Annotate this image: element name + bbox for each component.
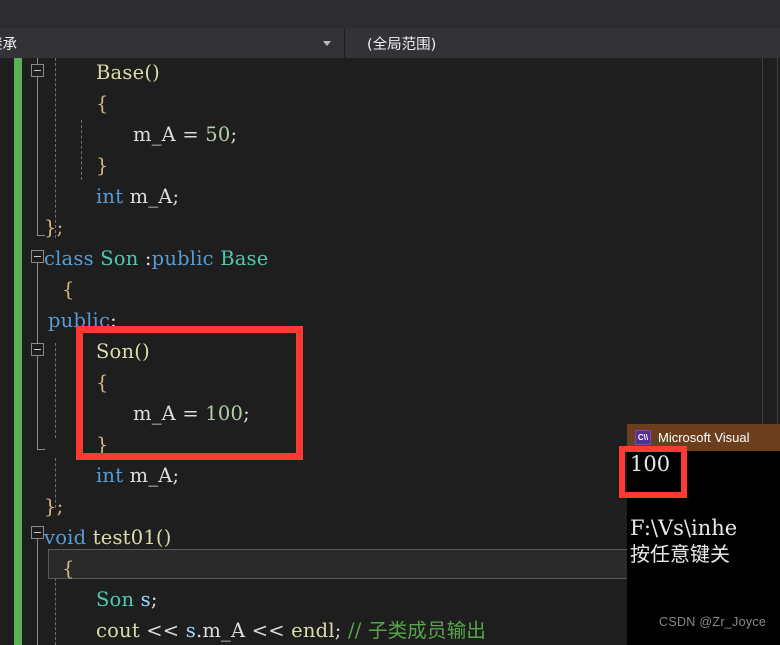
code-line-text: { (62, 554, 75, 585)
scope-member-label: (全局范围) (367, 36, 437, 53)
code-token: { (62, 557, 75, 580)
code-token: m_A; (123, 464, 180, 487)
code-line[interactable]: { (0, 89, 780, 120)
code-line-text: { (96, 89, 109, 120)
code-token: }; (44, 495, 64, 518)
code-token: endl (291, 619, 335, 642)
code-line-text: int m_A; (96, 461, 179, 492)
code-token: Base (220, 247, 269, 270)
code-token: { (62, 278, 75, 301)
code-line-text: int m_A; (96, 182, 179, 213)
son-constructor-highlight-box (76, 326, 303, 460)
code-token: int (96, 464, 124, 487)
code-token: m_A (202, 619, 246, 642)
code-line[interactable]: int m_A; (0, 182, 780, 213)
chevron-down-icon[interactable] (316, 40, 338, 46)
code-line[interactable]: } (0, 151, 780, 182)
scope-member-dropdown[interactable]: (全局范围) (345, 28, 780, 58)
code-token: class (44, 247, 94, 270)
code-token: { (96, 92, 109, 115)
visual-studio-console-icon: C\\ (635, 430, 651, 445)
console-path-line: F:\Vs\inhe (630, 516, 738, 540)
code-token: // 子类成员输出 (347, 619, 487, 642)
code-line-text: void test01() (44, 523, 172, 554)
code-token: << (245, 619, 292, 642)
console-prompt-line: 按任意键关 (630, 542, 730, 566)
code-token: : (138, 247, 152, 270)
code-line-text: class Son :public Base (44, 244, 269, 275)
code-token: = (175, 123, 206, 146)
code-line-text: }; (44, 213, 63, 244)
code-token: Son (100, 247, 139, 270)
code-token: public (151, 247, 214, 270)
code-token: m_A (133, 123, 176, 146)
code-line-text: } (96, 151, 109, 182)
code-line-text: }; (44, 492, 63, 523)
console-output-highlight-box (619, 446, 687, 498)
code-token: void (44, 526, 87, 549)
code-line[interactable]: Base() (0, 58, 780, 89)
code-token: } (96, 154, 109, 177)
code-token: cout (96, 619, 140, 642)
console-title-label: Microsoft Visual (658, 430, 750, 445)
code-token: test01 (92, 526, 156, 549)
code-token: int (96, 185, 124, 208)
code-token: }; (44, 216, 64, 239)
code-token: s (185, 619, 196, 642)
code-token: s (140, 588, 151, 611)
code-line-text: { (62, 275, 75, 306)
code-line-text: Base() (96, 58, 160, 89)
code-line[interactable]: class Son :public Base (0, 244, 780, 275)
code-line-text: Son s; (96, 585, 158, 616)
vs-editor-window: 继承 (全局范围) Base(){m_A (0, 0, 780, 645)
code-token: ; (230, 123, 238, 146)
code-token: ; (150, 588, 158, 611)
code-token: m_A; (123, 185, 180, 208)
code-token: Son (96, 588, 135, 611)
watermark-label: CSDN @Zr_Joyce (659, 615, 767, 629)
code-token: Base (96, 61, 145, 84)
navigation-bar: 继承 (全局范围) (0, 28, 780, 58)
code-line[interactable]: }; (0, 213, 780, 244)
code-line-text: m_A = 50; (133, 120, 237, 151)
scope-project-label: 继承 (0, 36, 17, 53)
code-token: 50 (205, 123, 231, 146)
code-token: << (139, 619, 186, 642)
scope-project-dropdown[interactable]: 继承 (0, 28, 345, 58)
code-line-text: cout << s.m_A << endl; // 子类成员输出 (96, 616, 486, 645)
code-token: () (144, 61, 160, 84)
code-line[interactable]: { (0, 275, 780, 306)
code-token: () (155, 526, 172, 549)
window-top-strip (0, 0, 780, 28)
code-token: ; (334, 619, 348, 642)
code-line[interactable]: m_A = 50; (0, 120, 780, 151)
